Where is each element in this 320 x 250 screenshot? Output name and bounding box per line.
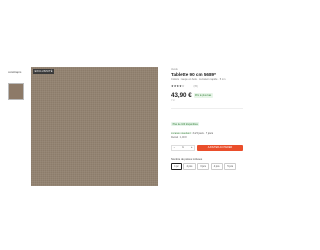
pickup-info: Retrait : 1,00 € xyxy=(171,135,187,139)
main-product-image[interactable] xyxy=(31,67,158,186)
piece-options: 1 pc 2 pcs 3 pcs 4 pcs 5 pcs xyxy=(171,162,243,171)
qty-minus-button[interactable]: − xyxy=(174,146,176,149)
option-1pc[interactable]: 1 pc xyxy=(171,162,182,171)
product-info: Vendu Tablette 90 cm 5689* Coloris : tau… xyxy=(171,68,243,171)
add-to-cart-button[interactable]: AJOUTER AU PANIER xyxy=(197,144,243,151)
options-label: Nombre de pièces incluses xyxy=(171,157,203,161)
thumbnail-image[interactable] xyxy=(8,83,24,100)
vat-note: TTC xyxy=(171,99,176,102)
option-3pcs[interactable]: 3 pcs xyxy=(197,162,210,171)
price-badge: Prix le plus bas xyxy=(193,93,213,98)
divider xyxy=(171,107,243,109)
price: 43,90 € xyxy=(171,92,192,99)
option-4pcs[interactable]: 4 pcs xyxy=(210,162,223,171)
quantity-stepper[interactable]: − 1 + xyxy=(171,144,195,151)
rating[interactable]: ★★★★☆ (35) xyxy=(171,84,243,88)
product-subtitle: Coloris : taupe en bois · Livraison rapi… xyxy=(171,78,226,81)
option-5pcs[interactable]: 5 pcs xyxy=(224,162,237,171)
delivery-label: Livraison standard : xyxy=(171,131,192,135)
delivery-info: Livraison standard : 3 à 5 jours · 7 jou… xyxy=(171,132,243,135)
product-title: Tablette 90 cm 5689* xyxy=(171,72,216,77)
vendor-label: Vendu xyxy=(171,68,178,71)
rating-count[interactable]: (35) xyxy=(193,85,197,88)
qty-value[interactable]: 1 xyxy=(182,146,183,149)
buy-row: − 1 + AJOUTER AU PANIER xyxy=(171,144,243,151)
qty-plus-button[interactable]: + xyxy=(191,146,193,149)
exclusive-badge: EXCLUSIVITÉ xyxy=(33,69,55,74)
star-rating-icon: ★★★★☆ xyxy=(171,84,185,88)
delivery-value: 3 à 5 jours · 7 jours xyxy=(192,131,214,135)
price-row: 43,90 € Prix le plus bas xyxy=(171,92,243,99)
brand-logo[interactable]: cotélitapis xyxy=(8,70,21,74)
stock-status-badge: Plus de 100 disponibles xyxy=(171,121,200,127)
option-2pcs[interactable]: 2 pcs xyxy=(183,162,196,171)
